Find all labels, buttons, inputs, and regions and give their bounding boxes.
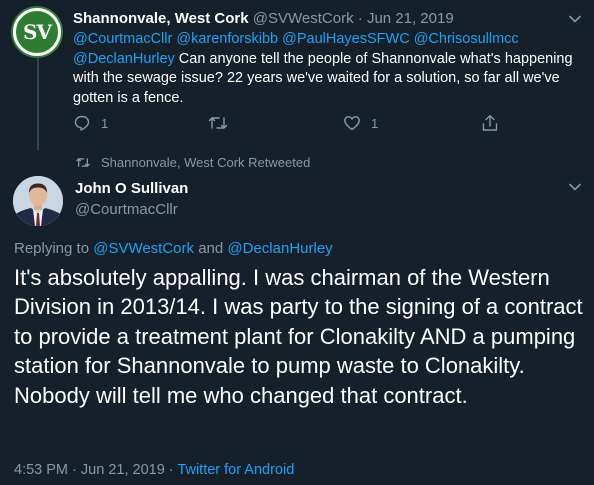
tweet-time[interactable]: 4:53 PM — [14, 462, 68, 478]
like-button[interactable]: 1 — [343, 114, 378, 132]
mention-link[interactable]: @karenforskibb — [176, 31, 278, 47]
separator: · — [357, 10, 363, 27]
share-button[interactable] — [481, 114, 499, 132]
parent-tweet[interactable]: SV Shannonvale, West Cork @SVWestCork · … — [0, 0, 594, 150]
avatar[interactable]: SV — [13, 8, 61, 56]
retweet-icon — [208, 117, 228, 129]
share-icon — [482, 115, 498, 131]
thread-connector-line — [37, 50, 39, 150]
replying-to: Replying to @SVWestCork and @DeclanHurle… — [14, 240, 333, 257]
chevron-down-icon[interactable] — [568, 180, 582, 194]
mention-link[interactable]: @DeclanHurley — [227, 240, 332, 257]
display-name[interactable]: Shannonvale, West Cork — [73, 10, 249, 27]
mention-link[interactable]: @DeclanHurley — [73, 51, 175, 67]
tweet-date[interactable]: Jun 21, 2019 — [367, 10, 454, 27]
reply-count: 1 — [101, 115, 109, 131]
like-count: 1 — [371, 115, 379, 131]
tweet-actions: 1 1 — [73, 114, 503, 136]
retweet-icon — [76, 158, 90, 167]
chevron-down-icon[interactable] — [568, 12, 582, 26]
handle[interactable]: @CourtmacCllr — [75, 201, 178, 218]
retweet-button[interactable] — [208, 114, 228, 132]
reply-button[interactable]: 1 — [73, 114, 108, 132]
mention-link[interactable]: @SVWestCork — [93, 240, 194, 257]
parent-tweet-header: Shannonvale, West Cork @SVWestCork · Jun… — [73, 9, 454, 29]
separator: · — [72, 462, 77, 478]
display-name[interactable]: John O Sullivan — [75, 180, 188, 197]
like-icon — [344, 116, 360, 131]
mention-link[interactable]: @PaulHayesSFWC — [282, 31, 410, 47]
avatar[interactable] — [13, 176, 63, 226]
separator: · — [168, 462, 174, 478]
tweet-date[interactable]: Jun 21, 2019 — [81, 462, 165, 478]
tweet-source-link[interactable]: Twitter for Android — [177, 462, 294, 478]
reply-icon — [74, 115, 90, 131]
replying-to-label: Replying to — [14, 240, 90, 257]
replying-to-joiner: and — [198, 240, 224, 257]
mention-link[interactable]: @CourtmacCllr — [73, 31, 172, 47]
tweet-metadata: 4:53 PM · Jun 21, 2019 · Twitter for And… — [14, 462, 294, 478]
parent-tweet-text: @CourtmacCllr @karenforskibb @PaulHayesS… — [73, 30, 573, 108]
profile-photo — [13, 176, 63, 226]
mention-link[interactable]: @Chrisosullmcc — [414, 31, 519, 47]
handle[interactable]: @SVWestCork — [253, 10, 354, 27]
tweet-text: It's absolutely appalling. I was chairma… — [14, 265, 583, 408]
retweeted-by-label: Shannonvale, West Cork Retweeted — [101, 155, 311, 170]
retweeted-by-note[interactable]: Shannonvale, West Cork Retweeted — [75, 155, 310, 170]
